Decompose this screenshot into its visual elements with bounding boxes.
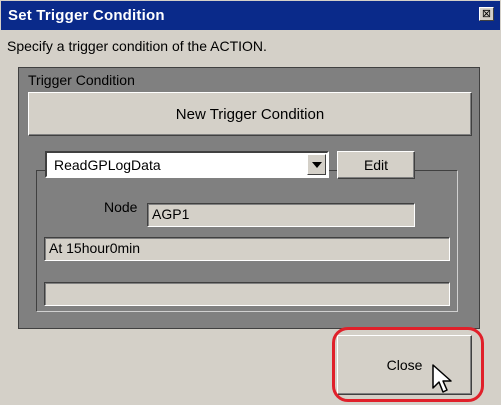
trigger-select-value: ReadGPLogData	[54, 157, 161, 173]
chevron-down-icon[interactable]	[307, 154, 326, 175]
node-label: Node	[104, 199, 138, 215]
edit-button[interactable]: Edit	[337, 151, 415, 179]
close-button-highlight	[332, 327, 484, 402]
title-bar: Set Trigger Condition ⊠	[1, 1, 500, 30]
extra-condition-field	[44, 282, 450, 306]
close-icon[interactable]: ⊠	[479, 7, 494, 21]
mouse-pointer-icon	[432, 364, 452, 393]
trigger-condition-group-label: Trigger Condition	[28, 72, 135, 88]
instruction-text: Specify a trigger condition of the ACTIO…	[7, 38, 267, 54]
trigger-select[interactable]: ReadGPLogData	[45, 151, 329, 178]
new-trigger-condition-button[interactable]: New Trigger Condition	[28, 92, 472, 136]
window-title: Set Trigger Condition	[8, 7, 165, 24]
set-trigger-condition-dialog: Set Trigger Condition ⊠ Specify a trigge…	[0, 0, 501, 405]
node-field: AGP1	[147, 203, 415, 227]
schedule-field: At 15hour0min	[44, 237, 450, 261]
